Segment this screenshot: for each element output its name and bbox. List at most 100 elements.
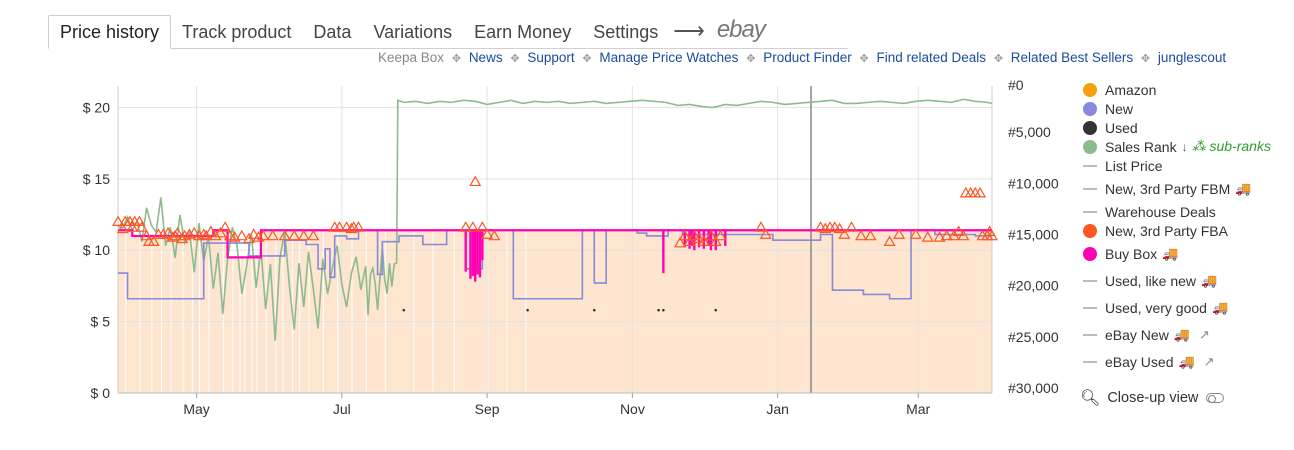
legend-dash-icon: [1083, 306, 1097, 309]
prime-truck-icon: 🚚: [1173, 326, 1190, 342]
x-tick-label: Sep: [475, 401, 500, 417]
gap-stripe: [170, 231, 172, 393]
legend-label: Used, like new: [1105, 272, 1197, 289]
x-tick-label: Jan: [766, 401, 789, 417]
gap-stripe: [365, 231, 367, 393]
y-tick-label: $ 5: [91, 314, 111, 330]
x-tick-label: May: [183, 401, 209, 417]
y2-tick-label: #25,000: [1008, 329, 1059, 345]
legend-item-new[interactable]: New: [1080, 99, 1294, 118]
legend-dash-icon: [1083, 279, 1097, 282]
y-tick-label: $ 0: [91, 385, 111, 401]
y2-tick-label: #0: [1008, 77, 1024, 93]
close-up-view-toggle[interactable]: 🔍︎ Close-up view: [1080, 387, 1294, 409]
legend-label: New: [1105, 100, 1134, 117]
gap-stripe: [322, 231, 325, 393]
toggle-icon[interactable]: [1206, 393, 1225, 403]
external-link-icon[interactable]: ↗: [1204, 354, 1215, 370]
y-tick-label: $ 10: [83, 242, 110, 258]
legend-dot-icon: [1083, 82, 1097, 97]
y2-tick-label: #30,000: [1008, 380, 1059, 396]
legend-dash-icon: [1083, 187, 1097, 190]
separator-icon: ✥: [1140, 53, 1151, 65]
legend-label: Used: [1105, 119, 1138, 136]
price-history-chart[interactable]: $ 0 $ 5 $ 10 $ 15 $ 20 May Jul Sep Nov Jan Mar #0 #5…: [0, 0, 1080, 450]
used-price-point: [657, 308, 660, 312]
legend-label: List Price: [1105, 157, 1163, 174]
legend-item-new-3rd-party-fbm[interactable]: New, 3rd Party FBM 🚚: [1080, 175, 1294, 202]
legend-dash-icon: [1083, 360, 1097, 363]
x-tick-label: Mar: [906, 401, 930, 417]
prime-truck-icon: 🚚: [1178, 353, 1195, 369]
legend-item-list-price[interactable]: List Price: [1080, 156, 1294, 175]
legend-label: New, 3rd Party FBM: [1105, 180, 1231, 197]
y2-tick-label: #20,000: [1008, 278, 1059, 294]
legend-label: Buy Box: [1105, 245, 1158, 262]
y2-tick-label: #15,000: [1008, 227, 1059, 243]
legend-dash-icon: [1083, 333, 1097, 336]
prime-truck-icon: 🚚: [1211, 299, 1229, 315]
legend-dot-icon: [1083, 101, 1097, 116]
used-price-point: [402, 308, 406, 312]
magnifier-icon: 🔍︎: [1080, 390, 1101, 407]
gap-stripe: [151, 231, 153, 393]
used-price-point: [526, 308, 529, 312]
gap-stripe: [239, 231, 241, 393]
gap-stripe: [525, 231, 527, 393]
y-tick-label: $ 20: [83, 99, 110, 115]
legend-label: eBay New: [1105, 326, 1169, 343]
gap-stripe: [139, 231, 141, 393]
prime-truck-icon: 🚚: [1162, 245, 1179, 261]
gap-stripe: [244, 231, 246, 393]
legend-label: Used, very good: [1105, 299, 1207, 316]
legend-item-buy-box[interactable]: Buy Box 🚚: [1080, 240, 1294, 267]
legend-label: Sales Rank: [1105, 138, 1177, 155]
legend-item-amazon[interactable]: Amazon: [1080, 80, 1294, 99]
prime-truck-icon: 🚚: [1201, 272, 1218, 288]
y2-tick-label: #5,000: [1008, 124, 1051, 140]
legend-label: New, 3rd Party FBA: [1105, 222, 1228, 239]
link-junglescout[interactable]: junglescout: [1158, 50, 1226, 65]
external-link-icon[interactable]: ↗: [1199, 327, 1210, 343]
x-tick-label: Jul: [333, 401, 351, 417]
legend-dash-icon: [1083, 210, 1097, 213]
gap-stripe: [198, 231, 201, 393]
gap-stripe: [160, 231, 163, 393]
gap-stripe: [298, 231, 301, 393]
legend-item-warehouse-deals[interactable]: Warehouse Deals: [1080, 202, 1294, 221]
legend-dash-icon: [1083, 164, 1097, 167]
legend-dot-icon: [1083, 223, 1097, 238]
legend-label: Warehouse Deals: [1105, 203, 1216, 220]
gap-stripe: [351, 231, 353, 393]
chart-legend: Amazon New Used Sales Rank ↓ ⁂ sub-ranks List …: [1080, 80, 1294, 409]
gap-stripe: [432, 231, 434, 393]
gap-stripe: [453, 231, 455, 393]
legend-label: eBay Used: [1105, 353, 1174, 370]
close-up-view-label: Close-up view: [1107, 390, 1199, 406]
used-price-point: [662, 308, 665, 312]
gap-stripe: [506, 231, 508, 393]
legend-dot-icon: [1083, 120, 1097, 135]
legend-item-ebay-used[interactable]: eBay Used 🚚 ↗: [1080, 348, 1294, 375]
legend-item-new-3rd-party-fba[interactable]: New, 3rd Party FBA: [1080, 221, 1294, 240]
x-tick-label: Nov: [620, 401, 645, 417]
legend-item-ebay-new[interactable]: eBay New 🚚 ↗: [1080, 321, 1294, 348]
y-tick-label: $ 15: [83, 171, 110, 187]
legend-item-used-very-good[interactable]: Used, very good 🚚: [1080, 294, 1294, 321]
used-price-point: [592, 308, 596, 312]
gap-stripe: [182, 231, 184, 393]
sort-icon[interactable]: ↓: [1182, 140, 1188, 154]
used-price-point: [714, 308, 718, 312]
fba-offer-marker: [469, 175, 482, 187]
legend-label: Amazon: [1105, 81, 1157, 98]
y2-tick-label: #10,000: [1008, 175, 1059, 191]
legend-dot-icon: [1083, 139, 1097, 154]
legend-item-used[interactable]: Used: [1080, 118, 1294, 137]
gap-stripe: [125, 231, 127, 393]
gap-stripe: [232, 231, 234, 393]
legend-item-sales-rank[interactable]: Sales Rank ↓ ⁂ sub-ranks: [1080, 137, 1294, 156]
sub-ranks-link[interactable]: ⁂ sub-ranks: [1192, 138, 1271, 155]
legend-item-used-like-new[interactable]: Used, like new 🚚: [1080, 267, 1294, 294]
legend-dot-icon: [1083, 246, 1097, 261]
gap-stripe: [413, 231, 415, 393]
